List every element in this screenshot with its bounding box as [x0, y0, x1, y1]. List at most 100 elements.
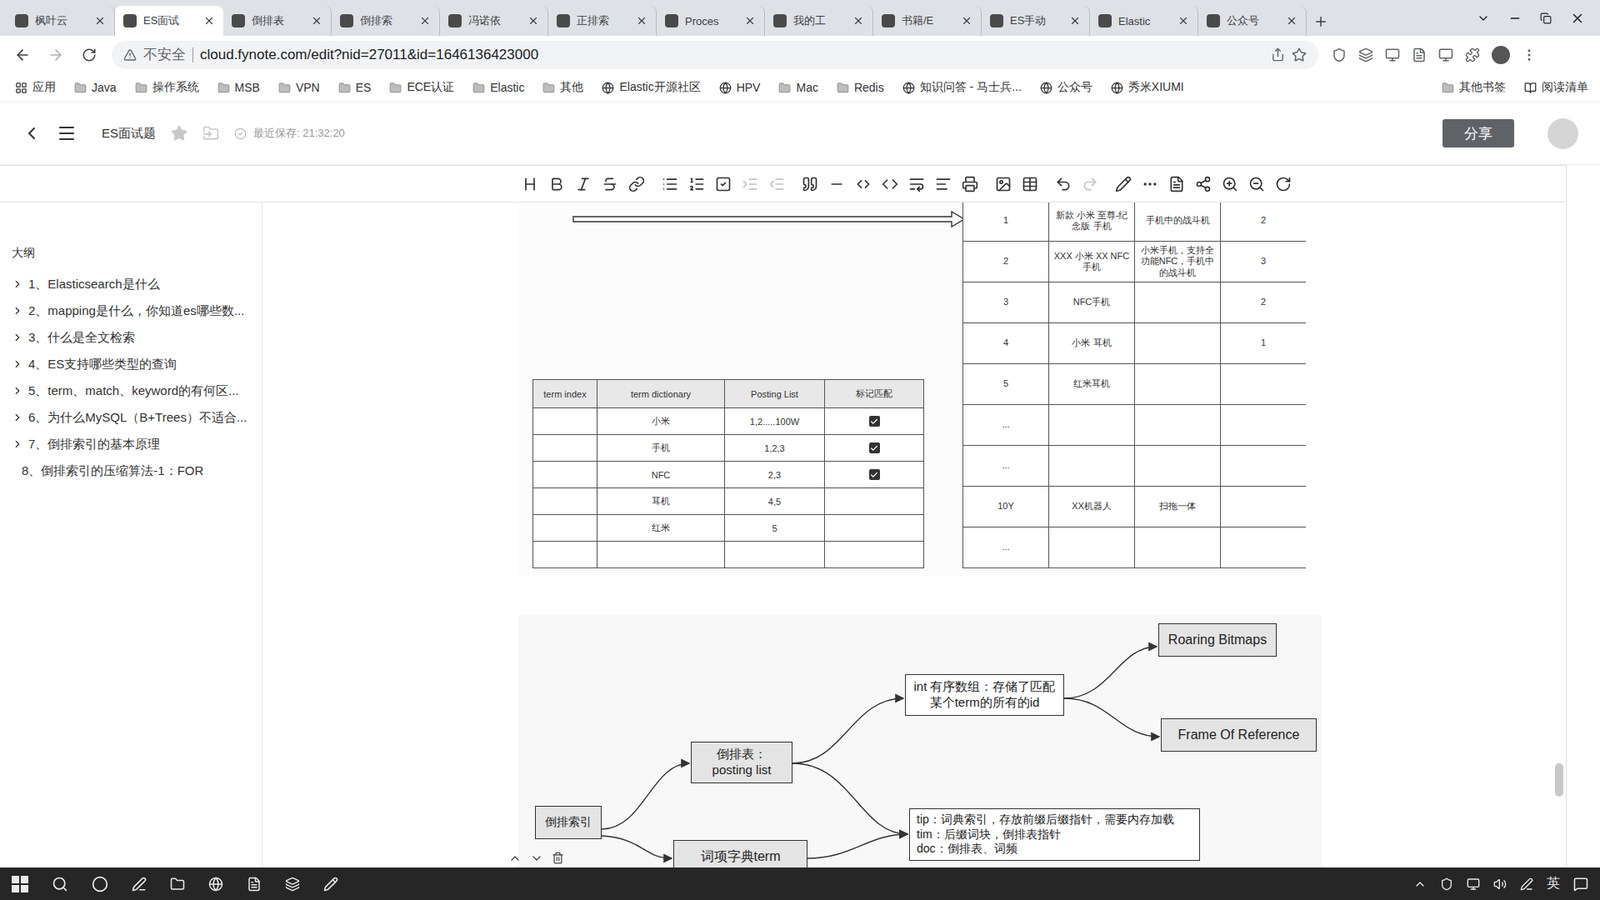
notification-icon[interactable]: [1573, 876, 1589, 892]
minimize-icon[interactable]: [1508, 11, 1522, 25]
bookmark[interactable]: VPN: [278, 80, 320, 95]
toolbar-button[interactable]: [1221, 175, 1239, 193]
toolbar-button[interactable]: [1055, 175, 1072, 193]
app-icon[interactable]: [323, 876, 339, 892]
back-button[interactable]: [8, 40, 37, 70]
outline-item[interactable]: 6、为什么MySQL（B+Trees）不适合...: [11, 404, 262, 431]
share-icon[interactable]: [1270, 47, 1285, 62]
tray-icon[interactable]: [1440, 877, 1454, 891]
extension-icon[interactable]: [1438, 47, 1454, 63]
reload-button[interactable]: [75, 40, 104, 70]
close-icon[interactable]: [1285, 15, 1298, 27]
toolbar-button[interactable]: [521, 175, 539, 193]
browser-tab[interactable]: 倒排表: [223, 5, 332, 36]
move-down-icon[interactable]: [530, 851, 544, 865]
close-icon[interactable]: [960, 15, 973, 27]
toolbar-button[interactable]: [661, 175, 679, 193]
toolbar-button[interactable]: [628, 175, 645, 193]
toolbar-button[interactable]: [961, 175, 979, 193]
outline-item[interactable]: 4、ES支持哪些类型的查询: [11, 350, 262, 378]
bookmark[interactable]: 阅读清单: [1524, 80, 1589, 95]
close-icon[interactable]: [310, 15, 323, 27]
avatar[interactable]: [1547, 118, 1579, 150]
close-icon[interactable]: [744, 15, 756, 27]
mind-map-node[interactable]: Frame Of Reference: [1160, 718, 1317, 752]
browser-tab[interactable]: ES手动: [981, 5, 1090, 36]
explorer-icon[interactable]: [170, 876, 185, 892]
bookmark[interactable]: 其他书签: [1441, 80, 1506, 95]
mind-map-node[interactable]: int 有序数组：存储了匹配某个term的所有的id: [905, 674, 1065, 716]
close-icon[interactable]: [527, 15, 540, 27]
toolbar-button[interactable]: [1021, 175, 1039, 193]
extension-icon[interactable]: [1331, 47, 1347, 63]
toolbar-button[interactable]: [801, 175, 819, 193]
outline-item[interactable]: 5、term、match、keyword的有何区...: [11, 377, 262, 405]
toolbar-button[interactable]: [1168, 175, 1185, 193]
bookmark[interactable]: Redis: [836, 80, 885, 95]
browser-icon[interactable]: [208, 876, 224, 892]
bookmark[interactable]: Elastic开源社区: [601, 80, 700, 95]
close-window-icon[interactable]: [1570, 10, 1585, 26]
outline-item[interactable]: 7、倒排索引的基本原理: [11, 430, 262, 458]
toolbar-button[interactable]: [548, 175, 565, 193]
bookmark[interactable]: Java: [74, 80, 117, 95]
move-up-icon[interactable]: [508, 851, 522, 865]
delete-icon[interactable]: [551, 851, 565, 865]
toolbar-button[interactable]: [1081, 175, 1099, 193]
windows-icon[interactable]: [11, 875, 29, 893]
toolbar-button[interactable]: [908, 175, 925, 193]
pen-icon[interactable]: [1520, 877, 1534, 891]
bookmark[interactable]: 公众号: [1040, 80, 1093, 95]
extension-icon[interactable]: [1358, 47, 1374, 63]
profile-icon[interactable]: [1491, 45, 1510, 65]
toolbar-button[interactable]: [1195, 175, 1212, 193]
toolbar-button[interactable]: [688, 175, 705, 193]
extension-icon[interactable]: [1411, 47, 1427, 63]
extensions-icon[interactable]: [1465, 47, 1480, 63]
bookmark[interactable]: ECE认证: [389, 80, 455, 95]
bookmark[interactable]: MSB: [217, 80, 260, 95]
omnibox[interactable]: 不安全cloud.fynote.com/edit?nid=27011&id=16…: [111, 40, 1319, 70]
scrollbar[interactable]: [1555, 763, 1564, 797]
close-icon[interactable]: [852, 15, 865, 27]
mind-map-node[interactable]: 倒排索引: [535, 805, 602, 840]
toolbar-button[interactable]: [715, 175, 732, 193]
close-icon[interactable]: [94, 15, 106, 27]
menu-icon[interactable]: [1521, 47, 1537, 63]
collapsed-icon[interactable]: [11, 438, 24, 450]
bookmark[interactable]: 秀米XIUMI: [1110, 80, 1185, 95]
ime-indicator[interactable]: 英: [1546, 875, 1560, 893]
toolbar-button[interactable]: [768, 175, 785, 193]
outline-item[interactable]: 2、mapping是什么，你知道es哪些数...: [11, 297, 262, 325]
tray-expand-icon[interactable]: [1413, 877, 1427, 891]
share-button[interactable]: 分享: [1442, 119, 1515, 148]
bookmark[interactable]: Elastic: [472, 80, 525, 95]
close-icon[interactable]: [419, 15, 431, 27]
bookmark[interactable]: HPV: [719, 80, 761, 95]
bookmark[interactable]: 应用: [15, 80, 56, 95]
browser-tab[interactable]: 正排索: [548, 5, 657, 36]
browser-tab[interactable]: 我的工: [765, 5, 874, 36]
collapsed-icon[interactable]: [11, 411, 24, 424]
menu-icon[interactable]: [56, 123, 77, 144]
browser-tab[interactable]: 书籍/E: [873, 5, 982, 36]
toolbar-button[interactable]: [1141, 175, 1159, 193]
outline-item[interactable]: 8、倒排索引的压缩算法-1：FOR: [11, 457, 262, 485]
toolbar-button[interactable]: [855, 175, 872, 193]
move-folder-icon[interactable]: [202, 125, 220, 142]
close-icon[interactable]: [635, 15, 648, 27]
bookmark[interactable]: 知识问答 - 马士兵...: [902, 80, 1022, 95]
collapsed-icon[interactable]: [11, 305, 24, 317]
collapsed-icon[interactable]: [11, 358, 24, 370]
bookmark-star-icon[interactable]: [1291, 47, 1307, 63]
tab-search-icon[interactable]: [1476, 11, 1490, 25]
mind-map-node[interactable]: 词项字典term: [673, 840, 808, 868]
mind-map-node[interactable]: Roaring Bitmaps: [1158, 623, 1277, 657]
back-icon[interactable]: [21, 123, 42, 144]
bookmark[interactable]: 其他: [542, 80, 584, 95]
collapsed-icon[interactable]: [11, 278, 24, 290]
search-icon[interactable]: [51, 875, 69, 893]
close-icon[interactable]: [203, 15, 215, 27]
browser-tab[interactable]: 倒排索: [331, 5, 440, 36]
cortana-icon[interactable]: [91, 875, 109, 893]
